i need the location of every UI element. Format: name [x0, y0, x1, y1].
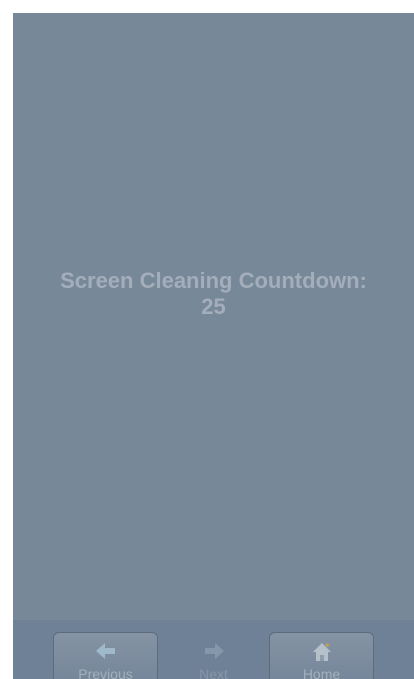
countdown-value: 25 — [201, 294, 226, 319]
bottom-navbar: Previous Next Home — [13, 620, 414, 679]
home-icon — [270, 641, 373, 665]
arrow-right-icon — [162, 641, 265, 665]
next-label: Next — [199, 666, 228, 679]
home-button[interactable]: Home — [269, 632, 374, 679]
home-label: Home — [302, 666, 341, 679]
next-button[interactable]: Next — [161, 632, 266, 679]
arrow-left-icon — [54, 641, 157, 665]
previous-button[interactable]: Previous — [53, 632, 158, 679]
countdown-message: Screen Cleaning Countdown: 25 — [13, 268, 414, 320]
previous-label: Previous — [78, 666, 133, 679]
screen-cleaning-overlay: Screen Cleaning Countdown: 25 Previous N… — [13, 13, 414, 679]
countdown-label: Screen Cleaning Countdown: — [60, 268, 367, 293]
